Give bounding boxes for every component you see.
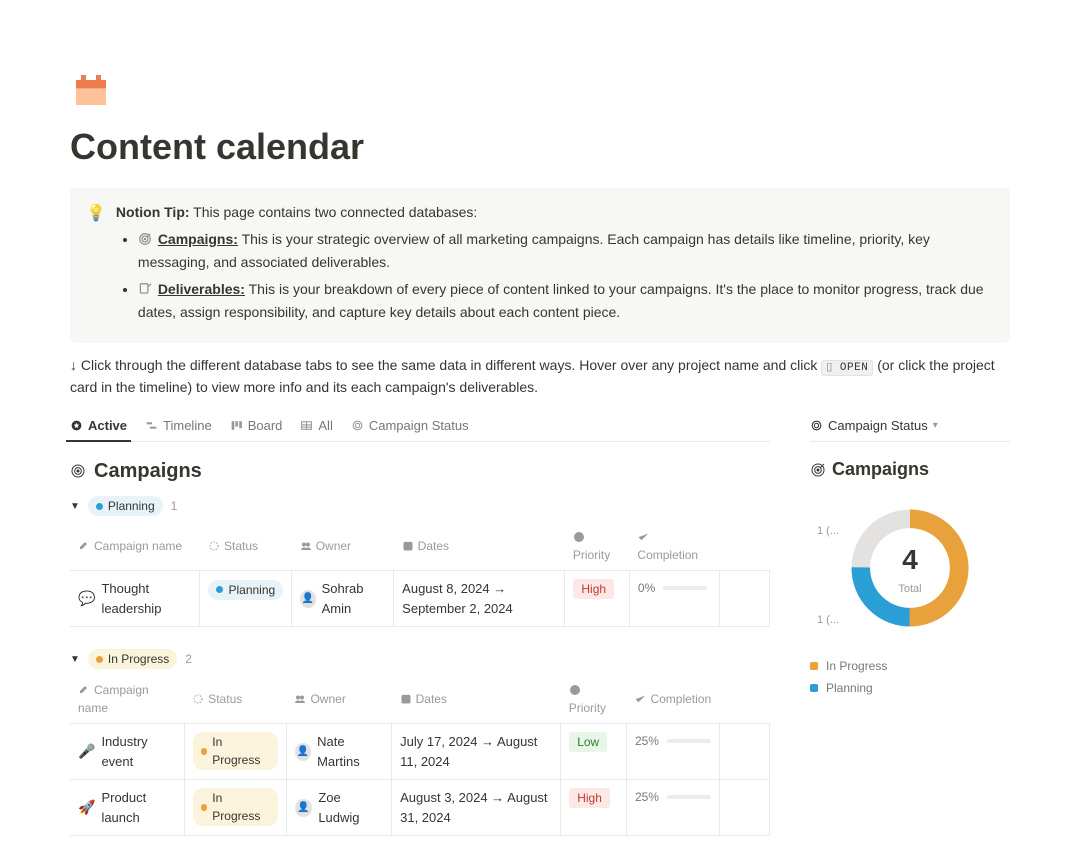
database-tabs: Active Timeline Board All Campaign Statu… (70, 416, 770, 443)
column-header[interactable]: Completion (629, 522, 719, 571)
column-header[interactable]: Priority (561, 675, 627, 724)
donut-total-label: Total (898, 581, 921, 598)
page-icon-calendar[interactable] (70, 70, 112, 110)
status-donut-chart[interactable]: 1 (... 1 (... 4 Total (845, 503, 975, 633)
column-header[interactable]: Campaign name (70, 522, 200, 571)
tab-board[interactable]: Board (230, 416, 283, 436)
hint-paragraph: ↓ Click through the different database t… (70, 355, 1010, 398)
campaign-name[interactable]: Thought leadership (101, 579, 191, 618)
timeline-icon (145, 419, 158, 432)
table-icon (300, 419, 313, 432)
legend-item: Planning (810, 679, 1010, 697)
table-row[interactable]: 💬 Thought leadership Planning 👤 Sohrab Ami… (70, 571, 770, 627)
owner-name: Nate Martins (317, 732, 383, 771)
target-icon (138, 231, 152, 252)
tab-active[interactable]: Active (70, 416, 127, 436)
chart-legend: In Progress Planning (810, 657, 1010, 697)
toggle-triangle-icon[interactable]: ▼ (70, 652, 80, 667)
status-pill[interactable]: In Progress (193, 788, 278, 826)
priority-pill: High (569, 788, 610, 808)
column-header[interactable]: Owner (292, 522, 394, 571)
campaigns-table: Campaign nameStatusOwnerDatesPriorityCom… (70, 522, 770, 627)
row-emoji-icon: 💬 (78, 588, 95, 609)
priority-pill: Low (569, 732, 607, 752)
owner-name: Zoe Ludwig (318, 788, 383, 827)
donut-icon (351, 419, 364, 432)
target-icon (70, 463, 86, 479)
dates-cell: July 17, 2024 → August 11, 2024 (392, 724, 561, 780)
board-icon (230, 419, 243, 432)
campaign-name[interactable]: Product launch (101, 788, 175, 827)
group-header[interactable]: ▼ In Progress 2 (70, 649, 770, 669)
completion-cell: 25% (635, 732, 711, 750)
tip-text: This page contains two connected databas… (190, 204, 478, 220)
group-header[interactable]: ▼ Planning 1 (70, 496, 770, 516)
callout-item-campaigns: Campaigns: This is your strategic overvi… (138, 229, 994, 273)
column-header[interactable]: Priority (565, 522, 630, 571)
column-header[interactable]: Status (184, 675, 286, 724)
callout-item-deliverables: Deliverables: This is your breakdown of … (138, 279, 994, 323)
campaigns-table: Campaign nameStatusOwnerDatesPriorityCom… (70, 675, 770, 836)
donut-total-number: 4 (898, 539, 921, 581)
column-header[interactable]: Dates (394, 522, 565, 571)
tab-timeline[interactable]: Timeline (145, 416, 212, 436)
page-title[interactable]: Content calendar (70, 120, 1010, 174)
tab-all[interactable]: All (300, 416, 332, 436)
deliverable-icon (138, 281, 152, 302)
avatar: 👤 (295, 799, 312, 817)
dates-cell: August 8, 2024 → September 2, 2024 (394, 571, 565, 627)
row-emoji-icon: 🎤 (78, 741, 95, 762)
table-row[interactable]: 🎤 Industry event In Progress 👤 Nate Martin… (70, 724, 770, 780)
star-badge-icon (70, 419, 83, 432)
status-pill[interactable]: Planning (208, 580, 283, 600)
column-header[interactable]: Campaign name (70, 675, 184, 724)
column-header[interactable]: Dates (392, 675, 561, 724)
notion-tip-callout: 💡 Notion Tip: This page contains two con… (70, 188, 1010, 343)
campaign-name[interactable]: Industry event (101, 732, 175, 771)
column-header[interactable]: Status (200, 522, 292, 571)
dates-cell: August 3, 2024 → August 31, 2024 (392, 780, 561, 836)
priority-pill: High (573, 579, 614, 599)
status-pill[interactable]: In Progress (193, 732, 278, 770)
group-count: 1 (171, 497, 178, 515)
owner-name: Sohrab Amin (322, 579, 386, 618)
completion-cell: 25% (635, 788, 711, 806)
lightbulb-icon: 💡 (86, 202, 106, 329)
database-title[interactable]: Campaigns (70, 456, 770, 486)
donut-icon (810, 419, 823, 432)
right-tab-campaign-status[interactable]: Campaign Status ▾ (810, 416, 1010, 443)
tab-campaign-status[interactable]: Campaign Status (351, 416, 469, 436)
avatar: 👤 (295, 743, 311, 761)
right-db-title[interactable]: Campaigns (810, 456, 1010, 483)
completion-cell: 0% (638, 579, 711, 597)
status-pill[interactable]: Planning (88, 496, 163, 516)
column-header[interactable]: Completion (626, 675, 719, 724)
toggle-triangle-icon[interactable]: ▼ (70, 499, 80, 514)
donut-side-label-2: 1 (... (817, 612, 839, 629)
tip-label: Notion Tip: (116, 204, 190, 220)
column-header[interactable]: Owner (286, 675, 391, 724)
chevron-down-icon: ▾ (933, 418, 938, 433)
table-row[interactable]: 🚀Product launch In Progress 👤Zoe Ludwig … (70, 780, 770, 836)
legend-item: In Progress (810, 657, 1010, 675)
row-emoji-icon: 🚀 (78, 797, 95, 818)
donut-side-label-1: 1 (... (817, 523, 839, 540)
group-count: 2 (185, 650, 192, 668)
avatar: 👤 (300, 590, 315, 608)
status-pill[interactable]: In Progress (88, 649, 177, 669)
open-badge: OPEN (821, 360, 873, 376)
